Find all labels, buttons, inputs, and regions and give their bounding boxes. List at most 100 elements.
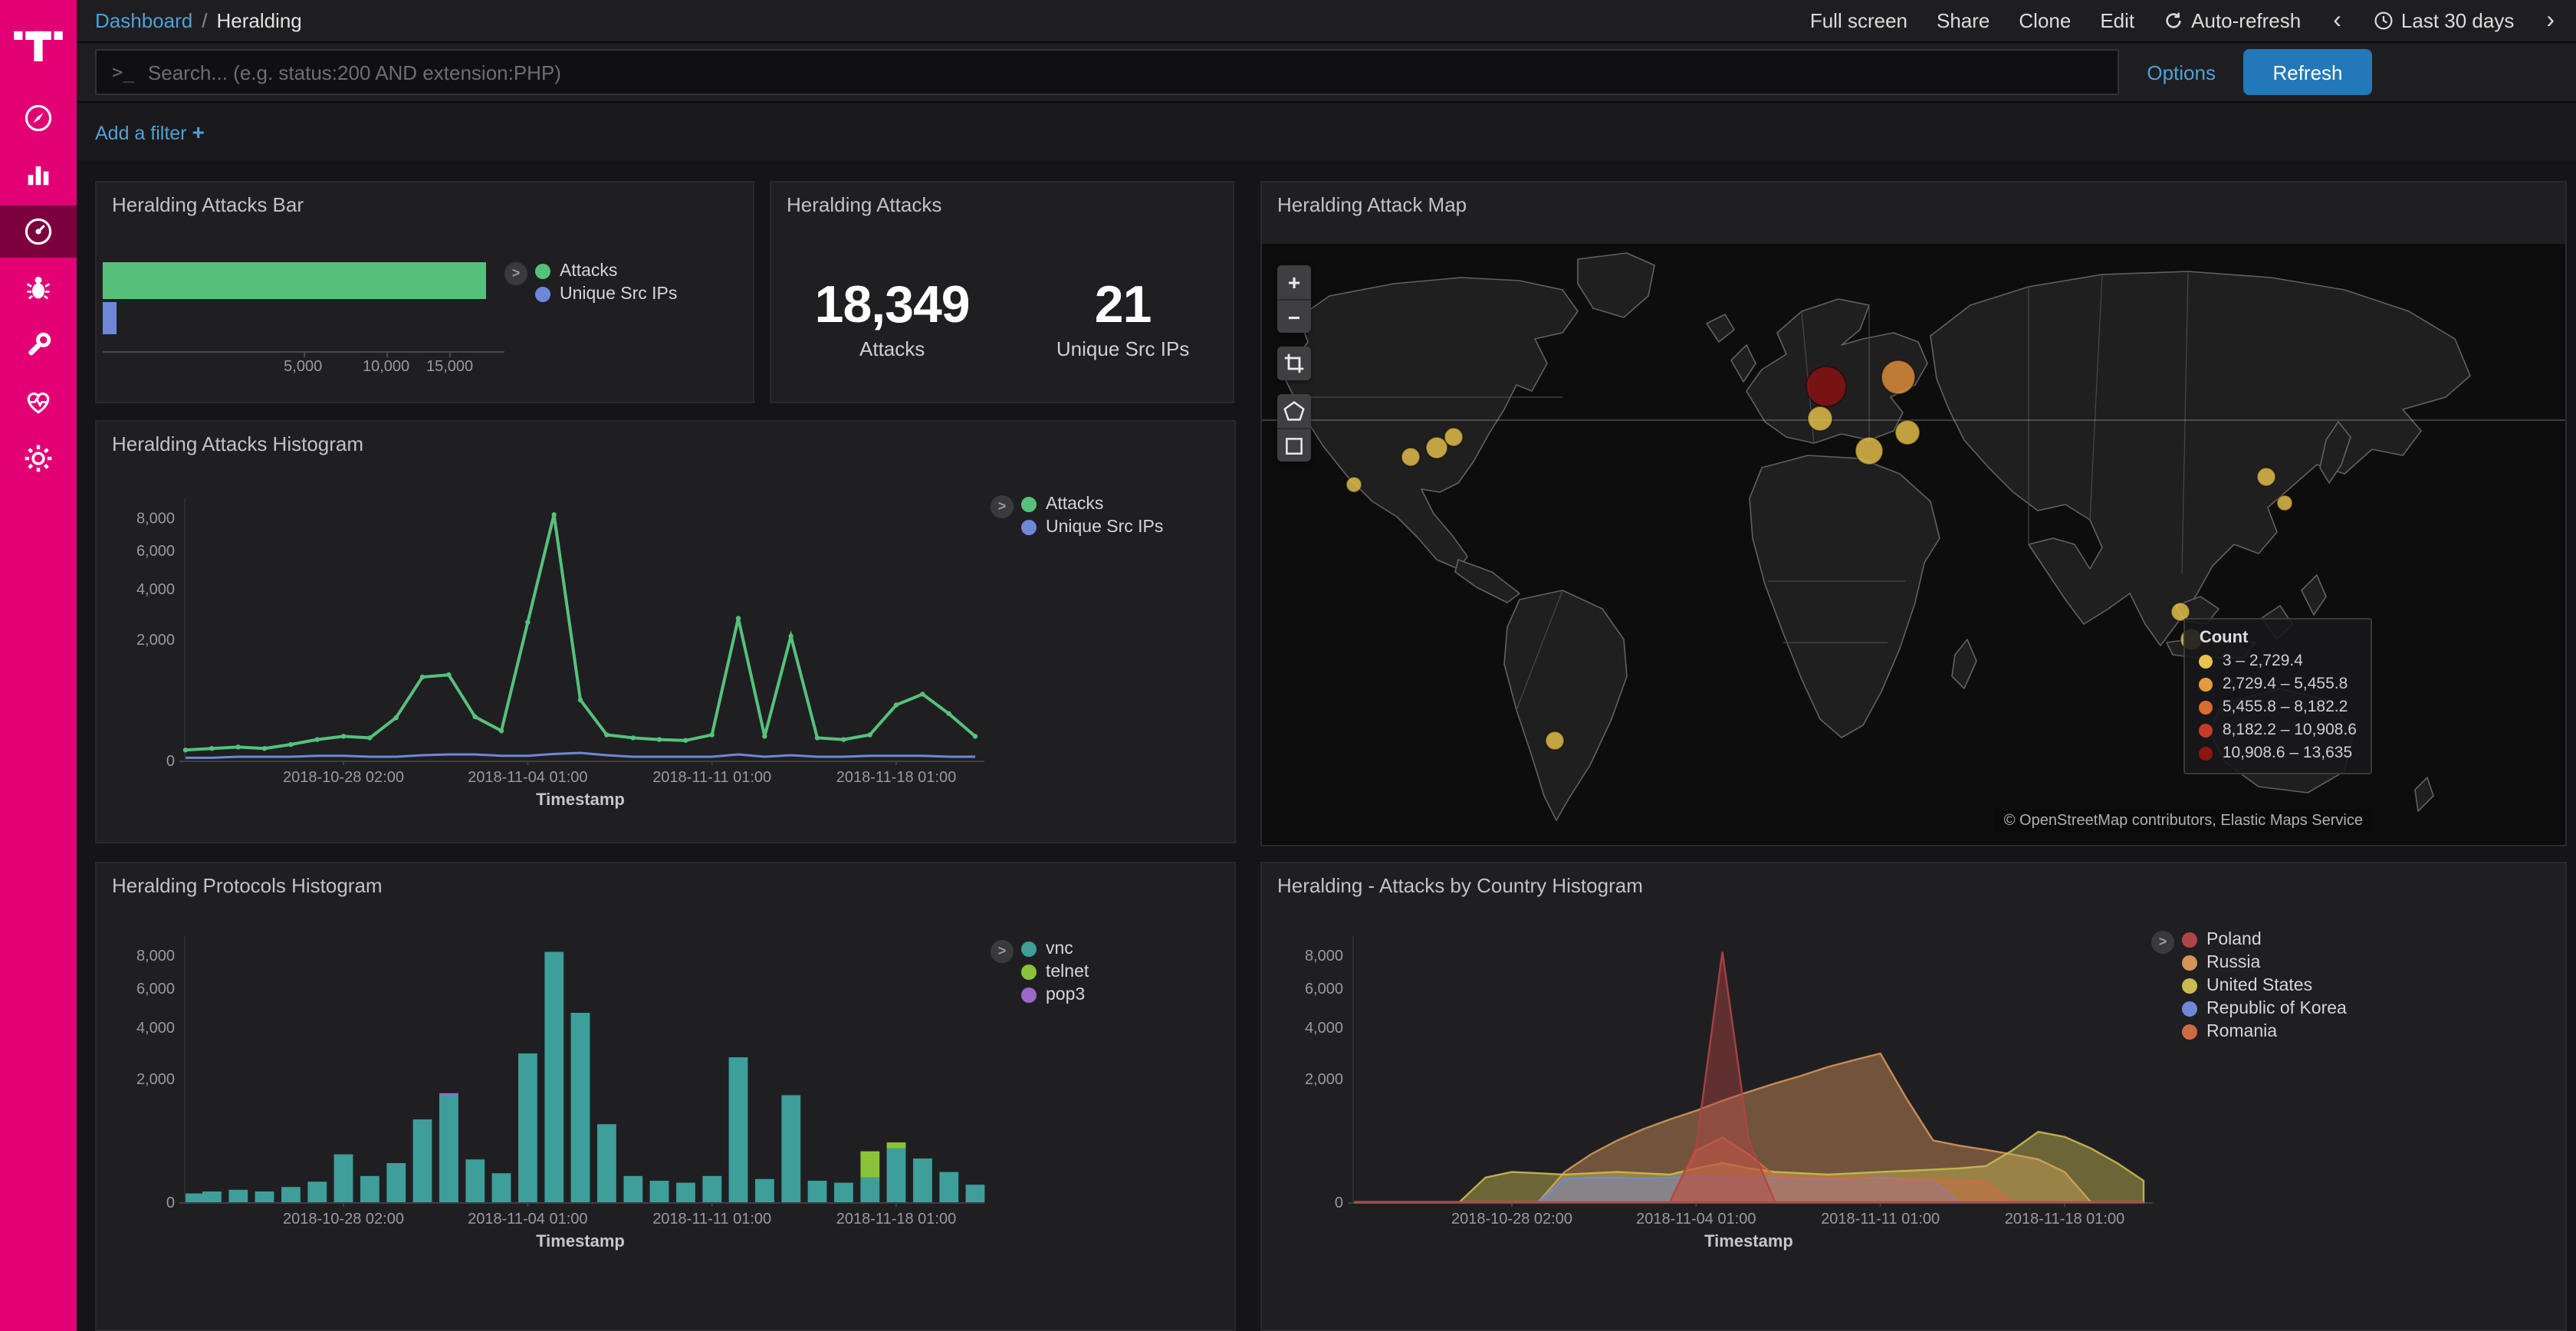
search-input[interactable]: [148, 61, 2102, 84]
panel-title[interactable]: Heralding Attacks Histogram: [97, 422, 1234, 466]
bar-vnc[interactable]: [492, 1173, 511, 1202]
topbar-action-share[interactable]: Share: [1937, 9, 1990, 32]
bar-vnc[interactable]: [465, 1159, 485, 1202]
attack-bubble[interactable]: [2257, 468, 2275, 486]
bar-vnc[interactable]: [966, 1185, 985, 1202]
refresh-button[interactable]: Refresh: [2243, 49, 2372, 95]
bar-telnet[interactable]: [887, 1142, 906, 1149]
country-legend-republic-of-korea[interactable]: Republic of Korea: [2182, 1000, 2347, 1018]
bar-vnc[interactable]: [360, 1176, 380, 1202]
protocols-legend-telnet[interactable]: telnet: [1021, 963, 1089, 981]
bar-vnc[interactable]: [518, 1053, 537, 1202]
bar-vnc[interactable]: [729, 1057, 748, 1202]
attacks-histogram-legend-attacks[interactable]: Attacks: [1021, 495, 1163, 514]
sidebar-item-discover[interactable]: [0, 92, 77, 144]
panel-title[interactable]: Heralding Protocols Histogram: [97, 863, 1234, 908]
bar-vnc[interactable]: [281, 1187, 301, 1202]
legend-collapse-icon[interactable]: >: [991, 495, 1014, 518]
bar-vnc[interactable]: [939, 1172, 958, 1202]
query-options-link[interactable]: Options: [2147, 61, 2216, 84]
attack-bubble[interactable]: [1346, 477, 1362, 492]
attacks-bar-legend-attacks[interactable]: Attacks: [535, 262, 677, 281]
bar-vnc[interactable]: [571, 1013, 590, 1202]
time-range-forward-button[interactable]: ›: [2543, 12, 2558, 30]
attack-bubble[interactable]: [1546, 731, 1564, 750]
panel-title[interactable]: Heralding Attack Map: [1262, 182, 2565, 227]
map-legend-item[interactable]: 10,908.6 – 13,635: [2200, 744, 2357, 762]
search-box[interactable]: >_: [95, 49, 2119, 95]
protocols-legend-vnc[interactable]: vnc: [1021, 940, 1089, 958]
bar-vnc[interactable]: [808, 1181, 827, 1202]
topbar-action-edit[interactable]: Edit: [2100, 9, 2134, 32]
add-filter-link[interactable]: Add a filter +: [95, 120, 205, 144]
panel-title[interactable]: Heralding - Attacks by Country Histogram: [1262, 863, 2565, 908]
country-histogram-chart[interactable]: 02,0004,0006,0008,0002018-10-28 02:00201…: [1262, 903, 2567, 1331]
panel-title[interactable]: Heralding Attacks Bar: [97, 182, 753, 227]
bar-vnc[interactable]: [860, 1178, 879, 1202]
bar-attacks[interactable]: [103, 262, 487, 299]
bar-vnc[interactable]: [307, 1181, 327, 1202]
legend-collapse-icon[interactable]: >: [2151, 931, 2174, 954]
protocols-legend-pop3[interactable]: pop3: [1021, 986, 1089, 1004]
sidebar-item-dashboard[interactable]: [0, 205, 77, 258]
bar-vnc[interactable]: [755, 1179, 774, 1202]
country-legend-poland[interactable]: Poland: [2182, 931, 2347, 949]
map-draw-polygon-button[interactable]: [1277, 394, 1311, 428]
map-legend-item[interactable]: 3 – 2,729.4: [2200, 652, 2357, 670]
country-legend-russia[interactable]: Russia: [2182, 954, 2347, 972]
bar-vnc[interactable]: [834, 1183, 853, 1202]
bar-pop3[interactable]: [439, 1093, 458, 1096]
map-legend-item[interactable]: 8,182.2 – 10,908.6: [2200, 721, 2357, 739]
bar-vnc[interactable]: [702, 1176, 721, 1202]
map-zoom-out-button[interactable]: −: [1277, 299, 1311, 333]
sidebar-item-dev-tools[interactable]: [0, 319, 77, 371]
attacks-bar-legend-unique-src-ips[interactable]: Unique Src IPs: [535, 285, 677, 304]
attack-bubble[interactable]: [2277, 495, 2292, 511]
time-range-picker[interactable]: Last 30 days: [2374, 9, 2514, 32]
sidebar-item-monitoring[interactable]: [0, 376, 77, 428]
attack-bubble[interactable]: [1855, 437, 1883, 465]
world-map[interactable]: + −: [1262, 244, 2565, 845]
bar-vnc[interactable]: [439, 1095, 458, 1202]
bar-vnc[interactable]: [650, 1181, 669, 1202]
legend-collapse-icon[interactable]: >: [504, 262, 527, 285]
bar-vnc[interactable]: [202, 1191, 222, 1202]
bar-vnc[interactable]: [228, 1190, 248, 1202]
series-line-attacks[interactable]: [186, 514, 975, 750]
bar-telnet[interactable]: [860, 1152, 879, 1178]
map-legend-item[interactable]: 5,455.8 – 8,182.2: [2200, 698, 2357, 716]
sidebar-item-management[interactable]: [0, 432, 77, 485]
attack-bubble[interactable]: [1401, 448, 1420, 466]
bar-vnc[interactable]: [676, 1183, 695, 1202]
bar-vnc[interactable]: [386, 1163, 406, 1202]
attack-bubble[interactable]: [1808, 406, 1832, 431]
attacks-histogram-legend-unique-src-ips[interactable]: Unique Src IPs: [1021, 518, 1163, 537]
bar-vnc[interactable]: [255, 1191, 274, 1202]
bar-vnc[interactable]: [413, 1119, 432, 1202]
attack-bubble[interactable]: [1806, 366, 1846, 406]
attack-bubble[interactable]: [1895, 420, 1920, 445]
breadcrumb-dashboard-link[interactable]: Dashboard: [95, 9, 192, 32]
auto-refresh-button[interactable]: Auto-refresh: [2164, 9, 2301, 32]
bar-unique-src-ips[interactable]: [103, 302, 116, 334]
bar-vnc[interactable]: [781, 1095, 800, 1202]
bar-vnc[interactable]: [887, 1149, 906, 1202]
attack-bubble[interactable]: [1881, 360, 1915, 394]
bar-vnc[interactable]: [597, 1124, 616, 1202]
country-legend-romania[interactable]: Romania: [2182, 1023, 2347, 1041]
topbar-action-clone[interactable]: Clone: [2019, 9, 2071, 32]
map-draw-rectangle-button[interactable]: [1277, 428, 1311, 462]
bar-vnc[interactable]: [334, 1155, 353, 1202]
map-legend-item[interactable]: 2,729.4 – 5,455.8: [2200, 675, 2357, 693]
series-line-unique-src-ips[interactable]: [186, 753, 975, 758]
bar-vnc[interactable]: [913, 1158, 932, 1202]
country-legend-united-states[interactable]: United States: [2182, 977, 2347, 995]
attack-bubble[interactable]: [1444, 428, 1463, 446]
attacks-bar-chart[interactable]: 5,00010,00015,000: [103, 250, 511, 397]
bar-vnc[interactable]: [623, 1176, 642, 1202]
bar-vnc[interactable]: [544, 951, 564, 1202]
map-zoom-in-button[interactable]: +: [1277, 265, 1311, 299]
sidebar-item-timelion[interactable]: [0, 262, 77, 314]
bar-vnc[interactable]: [186, 1194, 205, 1202]
time-range-back-button[interactable]: ‹: [2330, 12, 2344, 30]
